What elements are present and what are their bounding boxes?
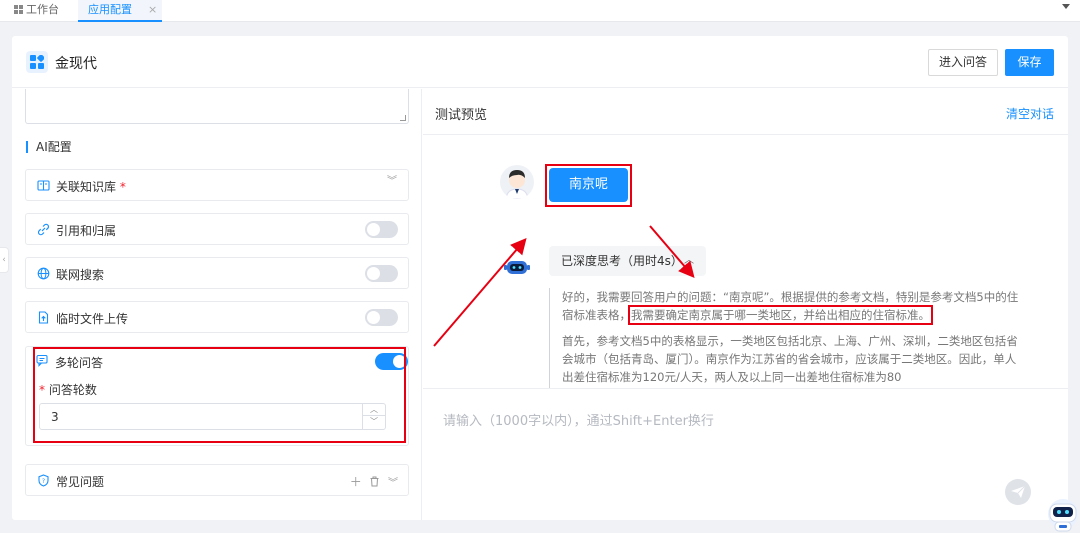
temp-upload-toggle[interactable]	[365, 309, 398, 326]
tab-app-config[interactable]: 应用配置 ×	[78, 0, 162, 22]
reasoning-line-1b: 我需要确定南京属于哪一类地区，并给出相应的住宿标准。	[628, 305, 933, 325]
chevron-down-icon[interactable]	[1062, 4, 1070, 9]
close-icon[interactable]: ×	[148, 0, 157, 20]
app-config-card: 金现代 进入问答 保存 AI配置 关联知识库 * ︾ 引用和归属 联网搜索 临时…	[12, 36, 1068, 520]
config-panel: AI配置 关联知识库 * ︾ 引用和归属 联网搜索 临时文件上传 多轮问答 * …	[12, 89, 422, 520]
enter-qa-button[interactable]: 进入问答	[928, 49, 998, 76]
citation-row: 引用和归属	[25, 213, 409, 245]
book-icon	[37, 180, 50, 191]
bot-avatar	[500, 248, 534, 282]
shield-question-icon: ?	[38, 474, 49, 487]
double-chevron-down-icon[interactable]: ︾	[387, 177, 397, 187]
grid-icon	[14, 5, 23, 14]
tab-workbench-label: 工作台	[26, 3, 59, 16]
web-search-label: 联网搜索	[56, 268, 105, 282]
annotation-box-multi-turn	[33, 347, 406, 443]
annotation-box-user-message	[545, 164, 632, 207]
deep-thinking-toggle[interactable]: 已深度思考（用时4s） ︿	[549, 246, 706, 276]
web-search-row: 联网搜索	[25, 257, 409, 289]
temp-upload-label: 临时文件上传	[56, 312, 129, 326]
web-search-toggle[interactable]	[365, 265, 398, 282]
section-title-ai-config: AI配置	[26, 141, 72, 153]
reasoning-line-2: 首先，参考文档5中的表格显示，一类地区包括北京、上海、广州、深圳，二类地区包括省…	[562, 334, 1018, 384]
chat-input-placeholder: 请输入（1000字以内），通过Shift+Enter换行	[443, 414, 714, 429]
preview-title: 测试预览	[435, 108, 488, 123]
trash-icon[interactable]	[369, 476, 380, 487]
header: 金现代 进入问答 保存	[12, 36, 1068, 88]
file-upload-icon	[38, 311, 49, 324]
knowledge-base-label: 关联知识库	[56, 180, 117, 194]
tab-workbench[interactable]: 工作台	[14, 0, 76, 22]
faq-label: 常见问题	[56, 475, 105, 489]
save-button[interactable]: 保存	[1005, 49, 1054, 76]
double-chevron-down-icon[interactable]: ︾	[388, 478, 398, 489]
knowledge-base-row[interactable]: 关联知识库 * ︾	[25, 169, 409, 201]
chat-area: 南京呢 已深度思考（用时4s） ︿ 好的，我需要回答用户的问题：“南京呢”。根据…	[423, 136, 1068, 388]
plus-icon[interactable]: ＋	[350, 475, 362, 489]
collapse-sidebar-icon[interactable]: ‹	[0, 247, 9, 273]
app-name: 金现代	[55, 56, 97, 72]
globe-icon	[37, 267, 50, 280]
clear-chat-link[interactable]: 清空对话	[1006, 105, 1054, 122]
faq-row[interactable]: ? 常见问题 ＋ ︾	[25, 464, 409, 496]
citation-label: 引用和归属	[56, 224, 117, 238]
svg-text:?: ?	[42, 478, 45, 485]
preview-panel: 测试预览 清空对话 南京呢 已深度思考（用时4s） ︿ 好的，我需要回答用户的问…	[423, 89, 1068, 520]
reasoning-text: 好的，我需要回答用户的问题：“南京呢”。根据提供的参考文档，特别是参考文档5中的…	[549, 288, 1019, 388]
required-mark: *	[119, 180, 126, 194]
temp-upload-row: 临时文件上传	[25, 301, 409, 333]
deep-thinking-label: 已深度思考（用时4s）	[561, 254, 683, 268]
link-icon	[37, 223, 50, 236]
chevron-up-icon: ︿	[684, 255, 694, 266]
app-icon	[26, 51, 48, 73]
citation-toggle[interactable]	[365, 221, 398, 238]
user-avatar	[500, 165, 534, 199]
assistant-robot-icon[interactable]	[1042, 494, 1080, 533]
description-textarea[interactable]	[25, 89, 409, 124]
resize-handle-icon[interactable]	[400, 115, 406, 121]
tab-bar: 工作台 应用配置 ×	[0, 0, 1080, 22]
preview-header: 测试预览 清空对话	[423, 89, 1068, 135]
tab-app-config-label: 应用配置	[88, 3, 132, 16]
send-icon[interactable]	[1005, 479, 1031, 505]
chat-input[interactable]: 请输入（1000字以内），通过Shift+Enter换行	[423, 388, 1068, 520]
